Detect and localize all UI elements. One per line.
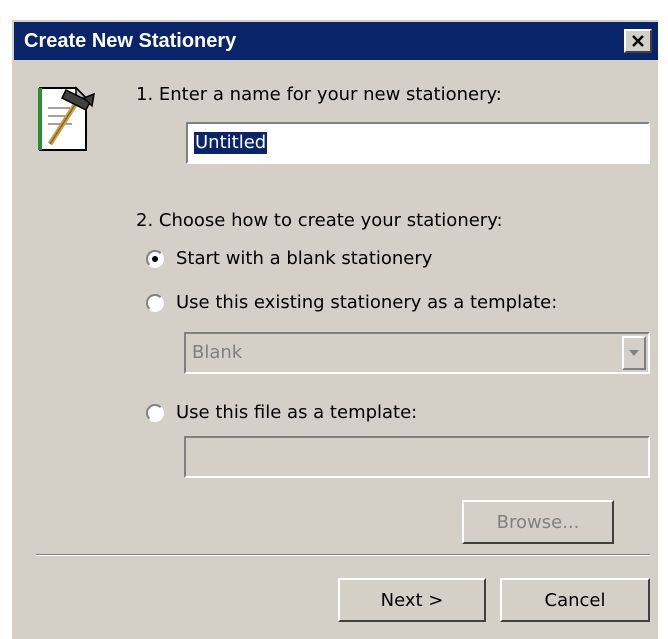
- chevron-down-icon: [629, 350, 639, 356]
- step2-label: 2. Choose how to create your stationery:: [136, 210, 503, 231]
- option-blank-label[interactable]: Start with a blank stationery: [176, 248, 432, 270]
- option-blank-radio[interactable]: [146, 250, 164, 268]
- option-file-label[interactable]: Use this file as a template:: [176, 402, 417, 424]
- option-file-radio[interactable]: [146, 404, 164, 422]
- option-existing-radio[interactable]: [146, 294, 164, 312]
- template-file-input[interactable]: [184, 436, 650, 478]
- separator: [36, 554, 650, 556]
- close-icon: [632, 35, 644, 47]
- step1-label: 1. Enter a name for your new stationery:: [136, 84, 502, 105]
- close-button[interactable]: [624, 29, 652, 53]
- next-button[interactable]: Next >: [338, 578, 486, 622]
- stationery-name-input[interactable]: Untitled: [186, 122, 650, 164]
- browse-button[interactable]: Browse...: [462, 500, 614, 544]
- option-existing-label[interactable]: Use this existing stationery as a templa…: [176, 292, 557, 314]
- title-bar[interactable]: Create New Stationery: [14, 22, 658, 60]
- template-select-value: Blank: [192, 342, 243, 363]
- stationery-hammer-icon: [36, 80, 96, 154]
- dialog-title: Create New Stationery: [24, 30, 237, 52]
- dropdown-button[interactable]: [622, 336, 646, 370]
- cancel-button[interactable]: Cancel: [500, 578, 650, 622]
- create-stationery-dialog: Create New Stationery 1. Enter a name fo…: [10, 18, 658, 639]
- radio-selected-dot: [152, 256, 158, 262]
- template-select[interactable]: Blank: [184, 332, 650, 374]
- stationery-name-value: Untitled: [194, 132, 268, 154]
